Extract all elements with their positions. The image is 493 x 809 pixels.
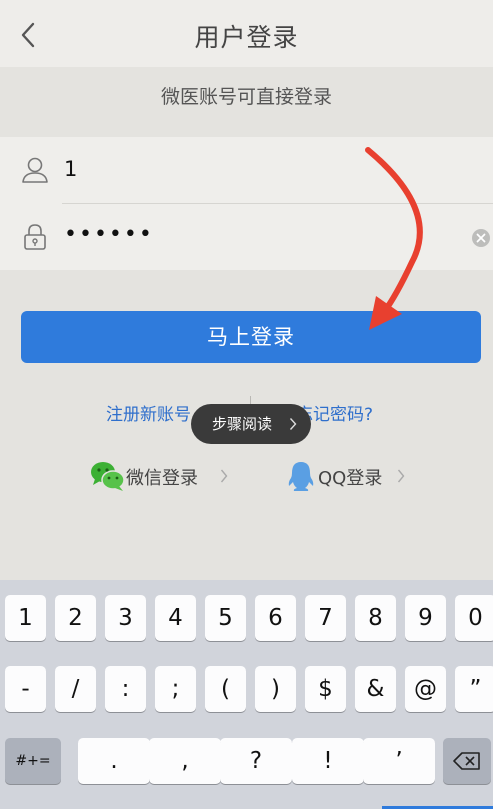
key-row2-8[interactable]: @ <box>405 666 446 712</box>
key-row1-4[interactable]: 5 <box>205 595 246 641</box>
key-row2-5[interactable]: ) <box>255 666 296 712</box>
toast-label: 步骤阅读 <box>212 415 273 433</box>
user-icon <box>22 157 48 183</box>
key-row2-4[interactable]: ( <box>205 666 246 712</box>
wechat-login-label: 微信登录 <box>126 468 198 489</box>
step-reading-toast[interactable]: 步骤阅读 <box>191 404 311 444</box>
qq-login-label: QQ登录 <box>318 468 383 489</box>
password-row[interactable]: •••••• <box>0 204 493 270</box>
keyboard: #+= 1 2 3 4 5 6 7 8 9 0 - /:;() $ & @”.,?!’ <box>0 580 493 809</box>
lock-icon <box>24 224 46 250</box>
key-row2-9[interactable]: ” <box>455 666 493 712</box>
key-row3-0[interactable]: . <box>78 738 150 784</box>
wechat-login[interactable]: 微信登录 <box>90 460 240 492</box>
wechat-icon <box>91 462 125 491</box>
key-row1-6[interactable]: 7 <box>305 595 346 641</box>
key-backspace[interactable] <box>443 738 491 784</box>
key-row1-2[interactable]: 3 <box>105 595 146 641</box>
key-row1-9[interactable]: 0 <box>455 595 493 641</box>
key-row2-0[interactable]: - <box>5 666 46 712</box>
key-row3-4[interactable]: ’ <box>363 738 435 784</box>
key-row3-3[interactable]: ! <box>292 738 364 784</box>
username-field[interactable]: 1 <box>64 157 77 181</box>
chevron-right-icon <box>220 469 228 483</box>
key-row2-1[interactable]: / <box>55 666 96 712</box>
password-field[interactable]: •••••• <box>64 222 154 247</box>
key-row1-5[interactable]: 6 <box>255 595 296 641</box>
key-row1-1[interactable]: 2 <box>55 595 96 641</box>
key-row2-2[interactable]: : <box>105 666 146 712</box>
login-hint: 微医账号可直接登录 <box>160 86 332 108</box>
qq-login[interactable]: QQ登录 <box>286 460 416 492</box>
chevron-right-icon <box>289 418 297 430</box>
key-row1-3[interactable]: 4 <box>155 595 196 641</box>
key-row2-6[interactable]: $ <box>305 666 346 712</box>
qq-icon <box>288 462 314 491</box>
chevron-right-icon <box>397 469 405 483</box>
key-row1-7[interactable]: 8 <box>355 595 396 641</box>
login-form: 1 •••••• <box>0 137 493 270</box>
key-row3-1[interactable]: , <box>149 738 221 784</box>
key-row1-8[interactable]: 9 <box>405 595 446 641</box>
login-button[interactable]: 马上登录 <box>21 311 481 363</box>
key-row2-7[interactable]: & <box>355 666 396 712</box>
backspace-icon <box>453 752 480 770</box>
username-row[interactable]: 1 <box>0 137 493 203</box>
key-row1-0[interactable]: 1 <box>5 595 46 641</box>
key-row3-2[interactable]: ? <box>220 738 292 784</box>
page-title: 用户登录 <box>194 23 299 52</box>
key-row2-3[interactable]: ; <box>155 666 196 712</box>
key-symbol-mode[interactable]: #+= <box>5 738 61 784</box>
register-link[interactable]: 注册新账号 <box>106 400 191 425</box>
nav-bar: 用户登录 <box>0 0 493 67</box>
clear-icon[interactable] <box>471 228 491 248</box>
